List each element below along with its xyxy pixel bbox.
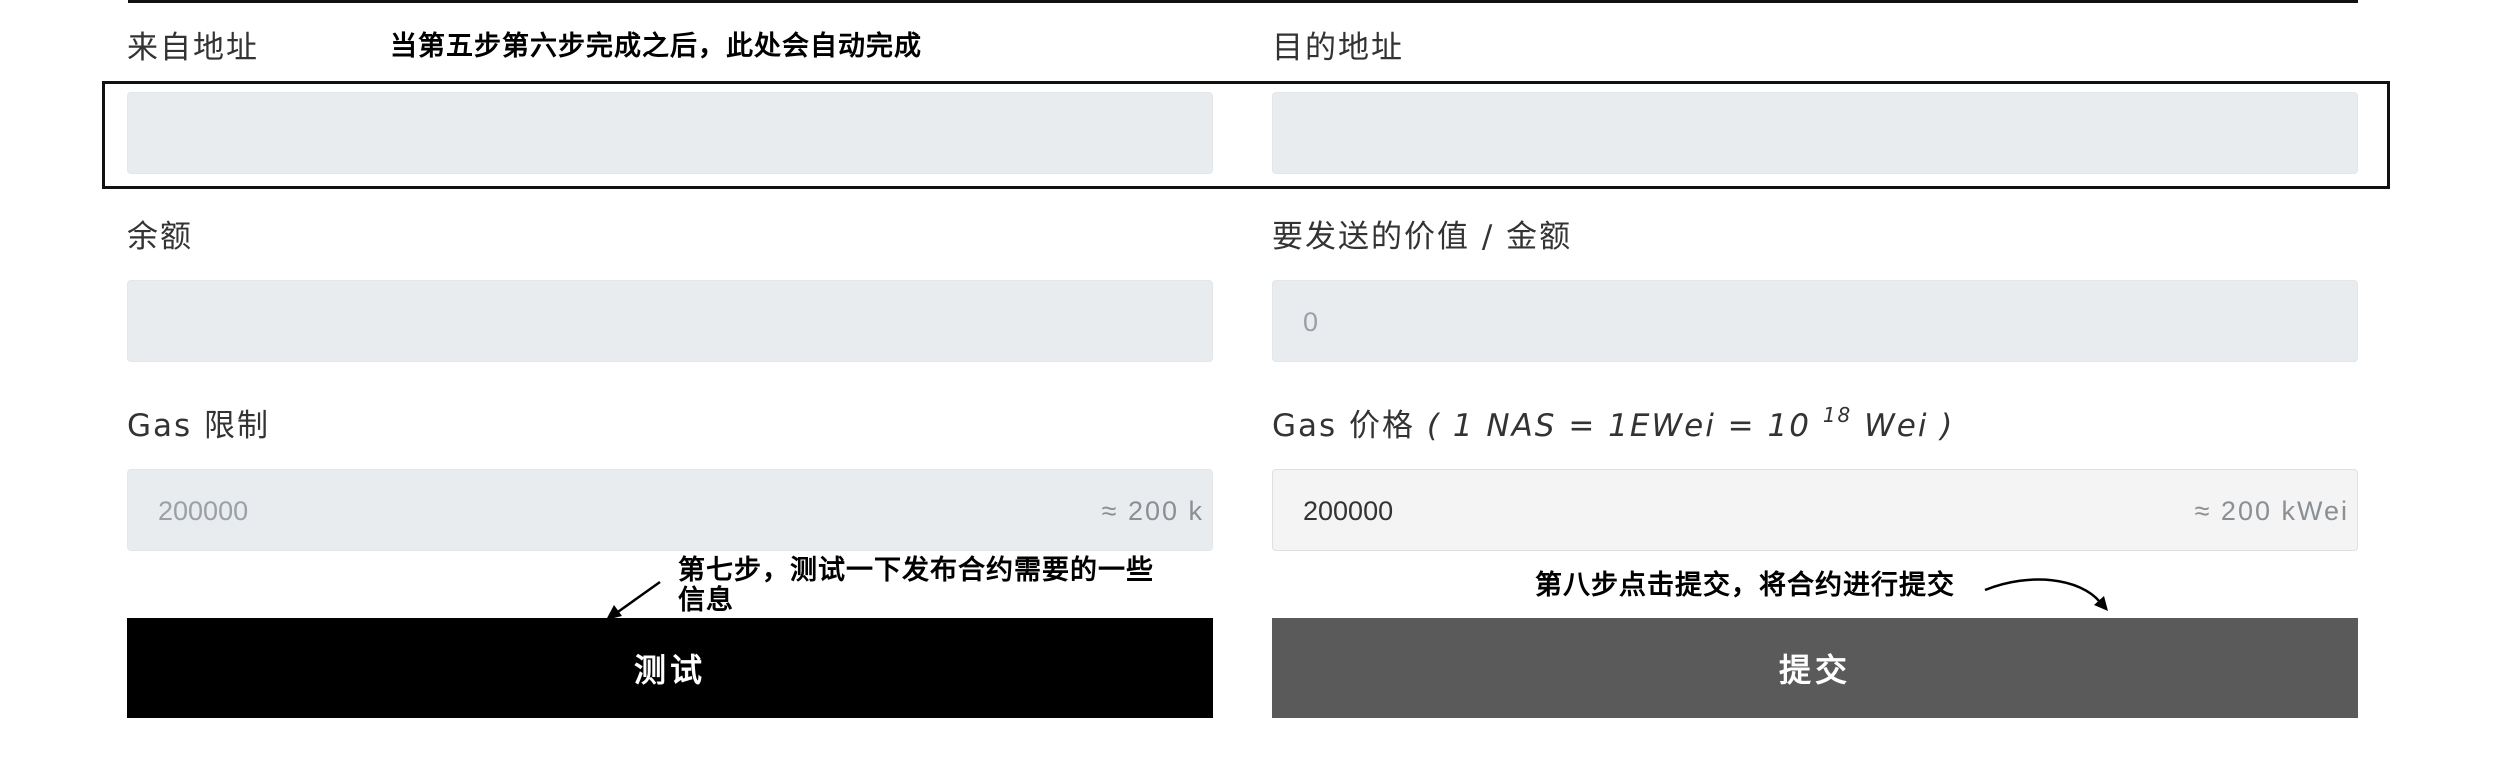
step8-arrow: [1984, 578, 2108, 611]
step7-arrow: [606, 580, 661, 620]
submit-button-label: 提交: [1778, 651, 1851, 689]
test-button-label: 测试: [633, 651, 706, 689]
submit-button[interactable]: 提交: [1272, 618, 2358, 718]
test-button[interactable]: 测试: [127, 618, 1213, 718]
